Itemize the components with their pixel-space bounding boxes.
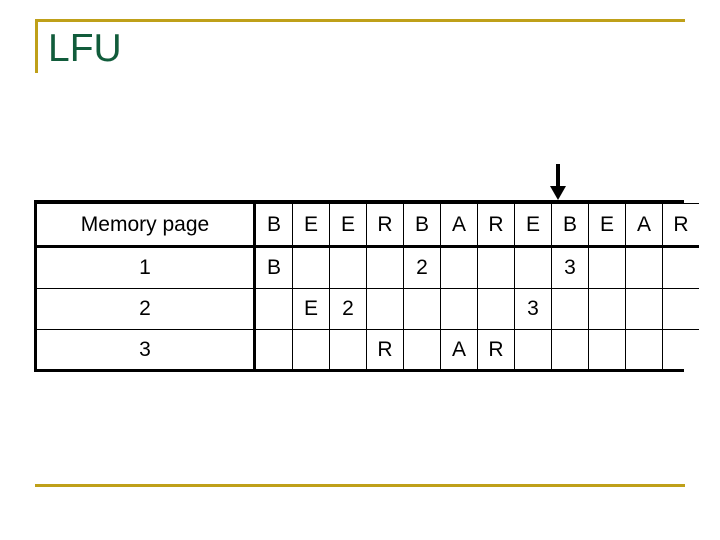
row-label: 2 bbox=[37, 288, 256, 330]
reference-header-cell: E bbox=[588, 203, 626, 248]
title-rule-left bbox=[35, 19, 38, 73]
frame-cell bbox=[292, 328, 330, 369]
frame-cell bbox=[254, 328, 293, 369]
reference-header-cell: B bbox=[403, 203, 441, 248]
frame-cell bbox=[477, 288, 515, 330]
table-header-row: Memory page B E E R B A R E B E A R bbox=[37, 203, 699, 248]
reference-header-cell: R bbox=[366, 203, 404, 248]
frame-cell bbox=[625, 288, 663, 330]
frame-cell: A bbox=[440, 328, 478, 369]
frame-cell bbox=[254, 288, 293, 330]
row-label: 3 bbox=[37, 328, 256, 369]
frame-cell bbox=[366, 245, 404, 290]
table-row: 2 E 2 3 bbox=[37, 288, 699, 330]
frame-cell bbox=[329, 245, 367, 290]
lfu-table-body: Memory page B E E R B A R E B E A R 1 B bbox=[37, 203, 699, 369]
reference-header-cell: A bbox=[440, 203, 478, 248]
table-row: 1 B 2 3 bbox=[37, 245, 699, 290]
frame-cell bbox=[662, 245, 699, 290]
reference-header-cell: B bbox=[254, 203, 293, 248]
frame-cell bbox=[625, 245, 663, 290]
frame-cell: 2 bbox=[403, 245, 441, 290]
page-title: LFU bbox=[48, 27, 122, 70]
reference-header-cell: E bbox=[292, 203, 330, 248]
frame-cell bbox=[403, 328, 441, 369]
table-row: 3 R A R bbox=[37, 328, 699, 369]
frame-cell bbox=[440, 288, 478, 330]
title-rule-top bbox=[35, 19, 685, 22]
lfu-trace-table: Memory page B E E R B A R E B E A R 1 B bbox=[34, 200, 699, 372]
frame-cell bbox=[477, 245, 515, 290]
frame-cell bbox=[662, 328, 699, 369]
reference-header-cell: E bbox=[329, 203, 367, 248]
reference-header-cell: A bbox=[625, 203, 663, 248]
reference-header-cell: E bbox=[514, 203, 552, 248]
frame-cell bbox=[403, 288, 441, 330]
frame-cell: R bbox=[366, 328, 404, 369]
frame-cell bbox=[329, 328, 367, 369]
frame-cell bbox=[366, 288, 404, 330]
reference-header-cell: R bbox=[662, 203, 699, 248]
frame-cell: R bbox=[477, 328, 515, 369]
frame-cell bbox=[551, 288, 589, 330]
frame-cell bbox=[625, 328, 663, 369]
frame-cell bbox=[588, 328, 626, 369]
frame-cell bbox=[662, 288, 699, 330]
frame-cell bbox=[588, 288, 626, 330]
slide-canvas: LFU Memory page B E E R B A R E B E A R … bbox=[0, 0, 720, 540]
frame-cell bbox=[292, 245, 330, 290]
frame-cell: 2 bbox=[329, 288, 367, 330]
frame-cell bbox=[588, 245, 626, 290]
frame-cell: 3 bbox=[551, 245, 589, 290]
lfu-table: Memory page B E E R B A R E B E A R 1 B bbox=[37, 203, 699, 369]
frame-cell: E bbox=[292, 288, 330, 330]
reference-header-cell: B bbox=[551, 203, 589, 248]
frame-cell: B bbox=[254, 245, 293, 290]
frame-cell bbox=[551, 328, 589, 369]
reference-header-cell: R bbox=[477, 203, 515, 248]
down-arrow-icon bbox=[550, 164, 566, 200]
footer-rule bbox=[35, 484, 685, 487]
frame-cell bbox=[514, 245, 552, 290]
memory-page-header: Memory page bbox=[37, 203, 256, 248]
frame-cell bbox=[440, 245, 478, 290]
frame-cell bbox=[514, 328, 552, 369]
row-label: 1 bbox=[37, 245, 256, 290]
frame-cell: 3 bbox=[514, 288, 552, 330]
